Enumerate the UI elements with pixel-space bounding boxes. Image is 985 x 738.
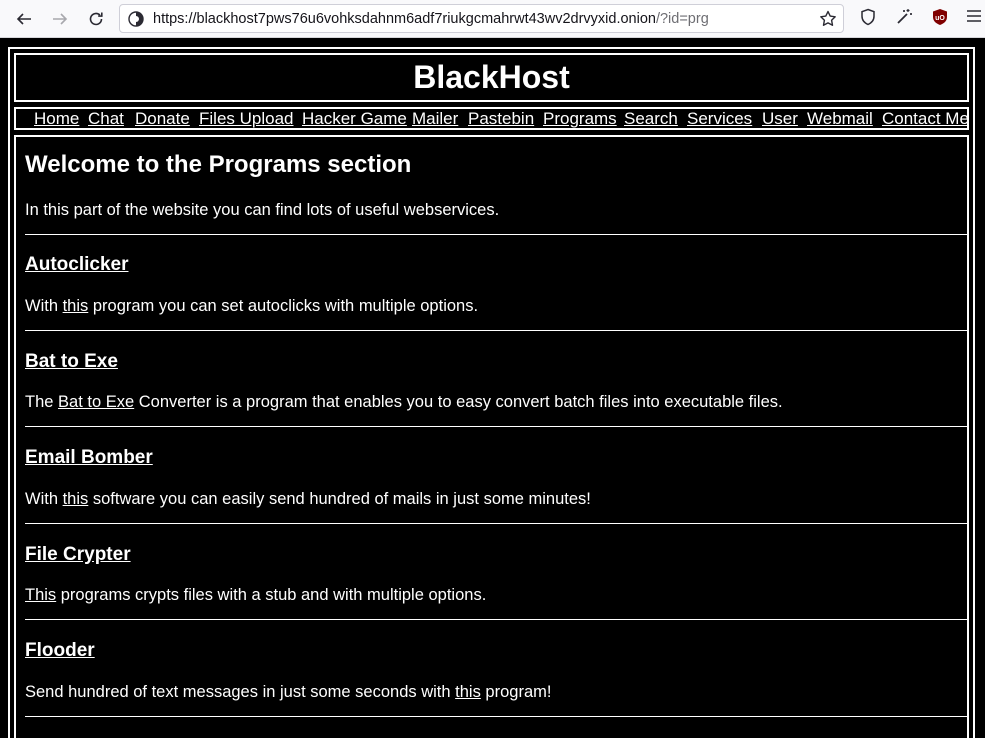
- program-desc-bat-to-exe: The Bat to Exe Converter is a program th…: [25, 393, 783, 411]
- nav-donate[interactable]: Donate: [135, 109, 190, 129]
- ublock-icon[interactable]: uO: [931, 8, 949, 31]
- site-title: BlackHost: [413, 59, 570, 95]
- nav-search[interactable]: Search: [624, 109, 678, 129]
- program-title-file-crypter[interactable]: File Crypter: [25, 544, 131, 566]
- divider: [25, 523, 967, 524]
- program-desc-file-crypter: This programs crypts files with a stub a…: [25, 586, 487, 604]
- forward-arrow-icon: [53, 13, 68, 25]
- browser-toolbar: https://blackhost7pws76u6vohksdahnm6adf7…: [0, 0, 985, 38]
- program-desc-email-bomber: With this software you can easily send h…: [25, 490, 591, 508]
- nav-home[interactable]: Home: [34, 109, 79, 129]
- divider: [25, 426, 967, 427]
- nav-files-upload[interactable]: Files Upload: [199, 109, 294, 129]
- shield-icon[interactable]: [859, 8, 877, 31]
- divider: [25, 330, 967, 331]
- url-text: https://blackhost7pws76u6vohksdahnm6adf7…: [153, 11, 709, 27]
- onion-icon: [128, 11, 144, 32]
- nav-chat[interactable]: Chat: [88, 109, 124, 129]
- page-frame: BlackHost Home Chat Donate Files Upload …: [8, 47, 975, 738]
- back-button[interactable]: [11, 6, 37, 32]
- program-title-email-bomber[interactable]: Email Bomber: [25, 447, 153, 469]
- program-desc-flooder: Send hundred of text messages in just so…: [25, 683, 552, 701]
- content-box: Welcome to the Programs section In this …: [14, 135, 969, 738]
- site-header: BlackHost: [14, 53, 969, 102]
- program-link-flooder[interactable]: this: [455, 683, 481, 701]
- nav-user[interactable]: User: [762, 109, 798, 129]
- program-link-autoclicker[interactable]: this: [63, 297, 89, 315]
- program-title-flooder[interactable]: Flooder: [25, 640, 95, 662]
- nav-mailer[interactable]: Mailer: [412, 109, 458, 129]
- back-arrow-icon: [16, 13, 31, 25]
- divider: [25, 619, 967, 620]
- page-title: Welcome to the Programs section: [25, 151, 412, 178]
- nav-webmail[interactable]: Webmail: [807, 109, 873, 129]
- bookmark-star-icon[interactable]: [819, 10, 837, 33]
- forward-button[interactable]: [47, 6, 73, 32]
- web-page: BlackHost Home Chat Donate Files Upload …: [0, 38, 985, 738]
- divider: [25, 234, 967, 235]
- program-link-file-crypter[interactable]: This: [25, 586, 56, 604]
- svg-text:uO: uO: [935, 15, 945, 22]
- program-desc-autoclicker: With this program you can set autoclicks…: [25, 297, 479, 315]
- menu-hamburger-icon[interactable]: [966, 8, 982, 29]
- program-title-bat-to-exe[interactable]: Bat to Exe: [25, 351, 118, 373]
- nav-services[interactable]: Services: [687, 109, 752, 129]
- intro-text: In this part of the website you can find…: [25, 201, 500, 219]
- nav-programs[interactable]: Programs: [543, 109, 617, 129]
- nav-contact-me[interactable]: Contact Me: [882, 109, 969, 129]
- divider: [25, 716, 967, 717]
- reload-button[interactable]: [83, 6, 109, 32]
- address-bar[interactable]: https://blackhost7pws76u6vohksdahnm6adf7…: [119, 4, 844, 33]
- program-link-bat-to-exe[interactable]: Bat to Exe: [58, 393, 134, 411]
- site-navbar: Home Chat Donate Files Upload Hacker Gam…: [14, 107, 969, 130]
- magic-wand-icon[interactable]: [895, 8, 913, 31]
- nav-pastebin[interactable]: Pastebin: [468, 109, 534, 129]
- program-link-email-bomber[interactable]: this: [63, 490, 89, 508]
- program-title-autoclicker[interactable]: Autoclicker: [25, 254, 128, 276]
- reload-icon: [89, 12, 103, 26]
- nav-hacker-game[interactable]: Hacker Game: [302, 109, 407, 129]
